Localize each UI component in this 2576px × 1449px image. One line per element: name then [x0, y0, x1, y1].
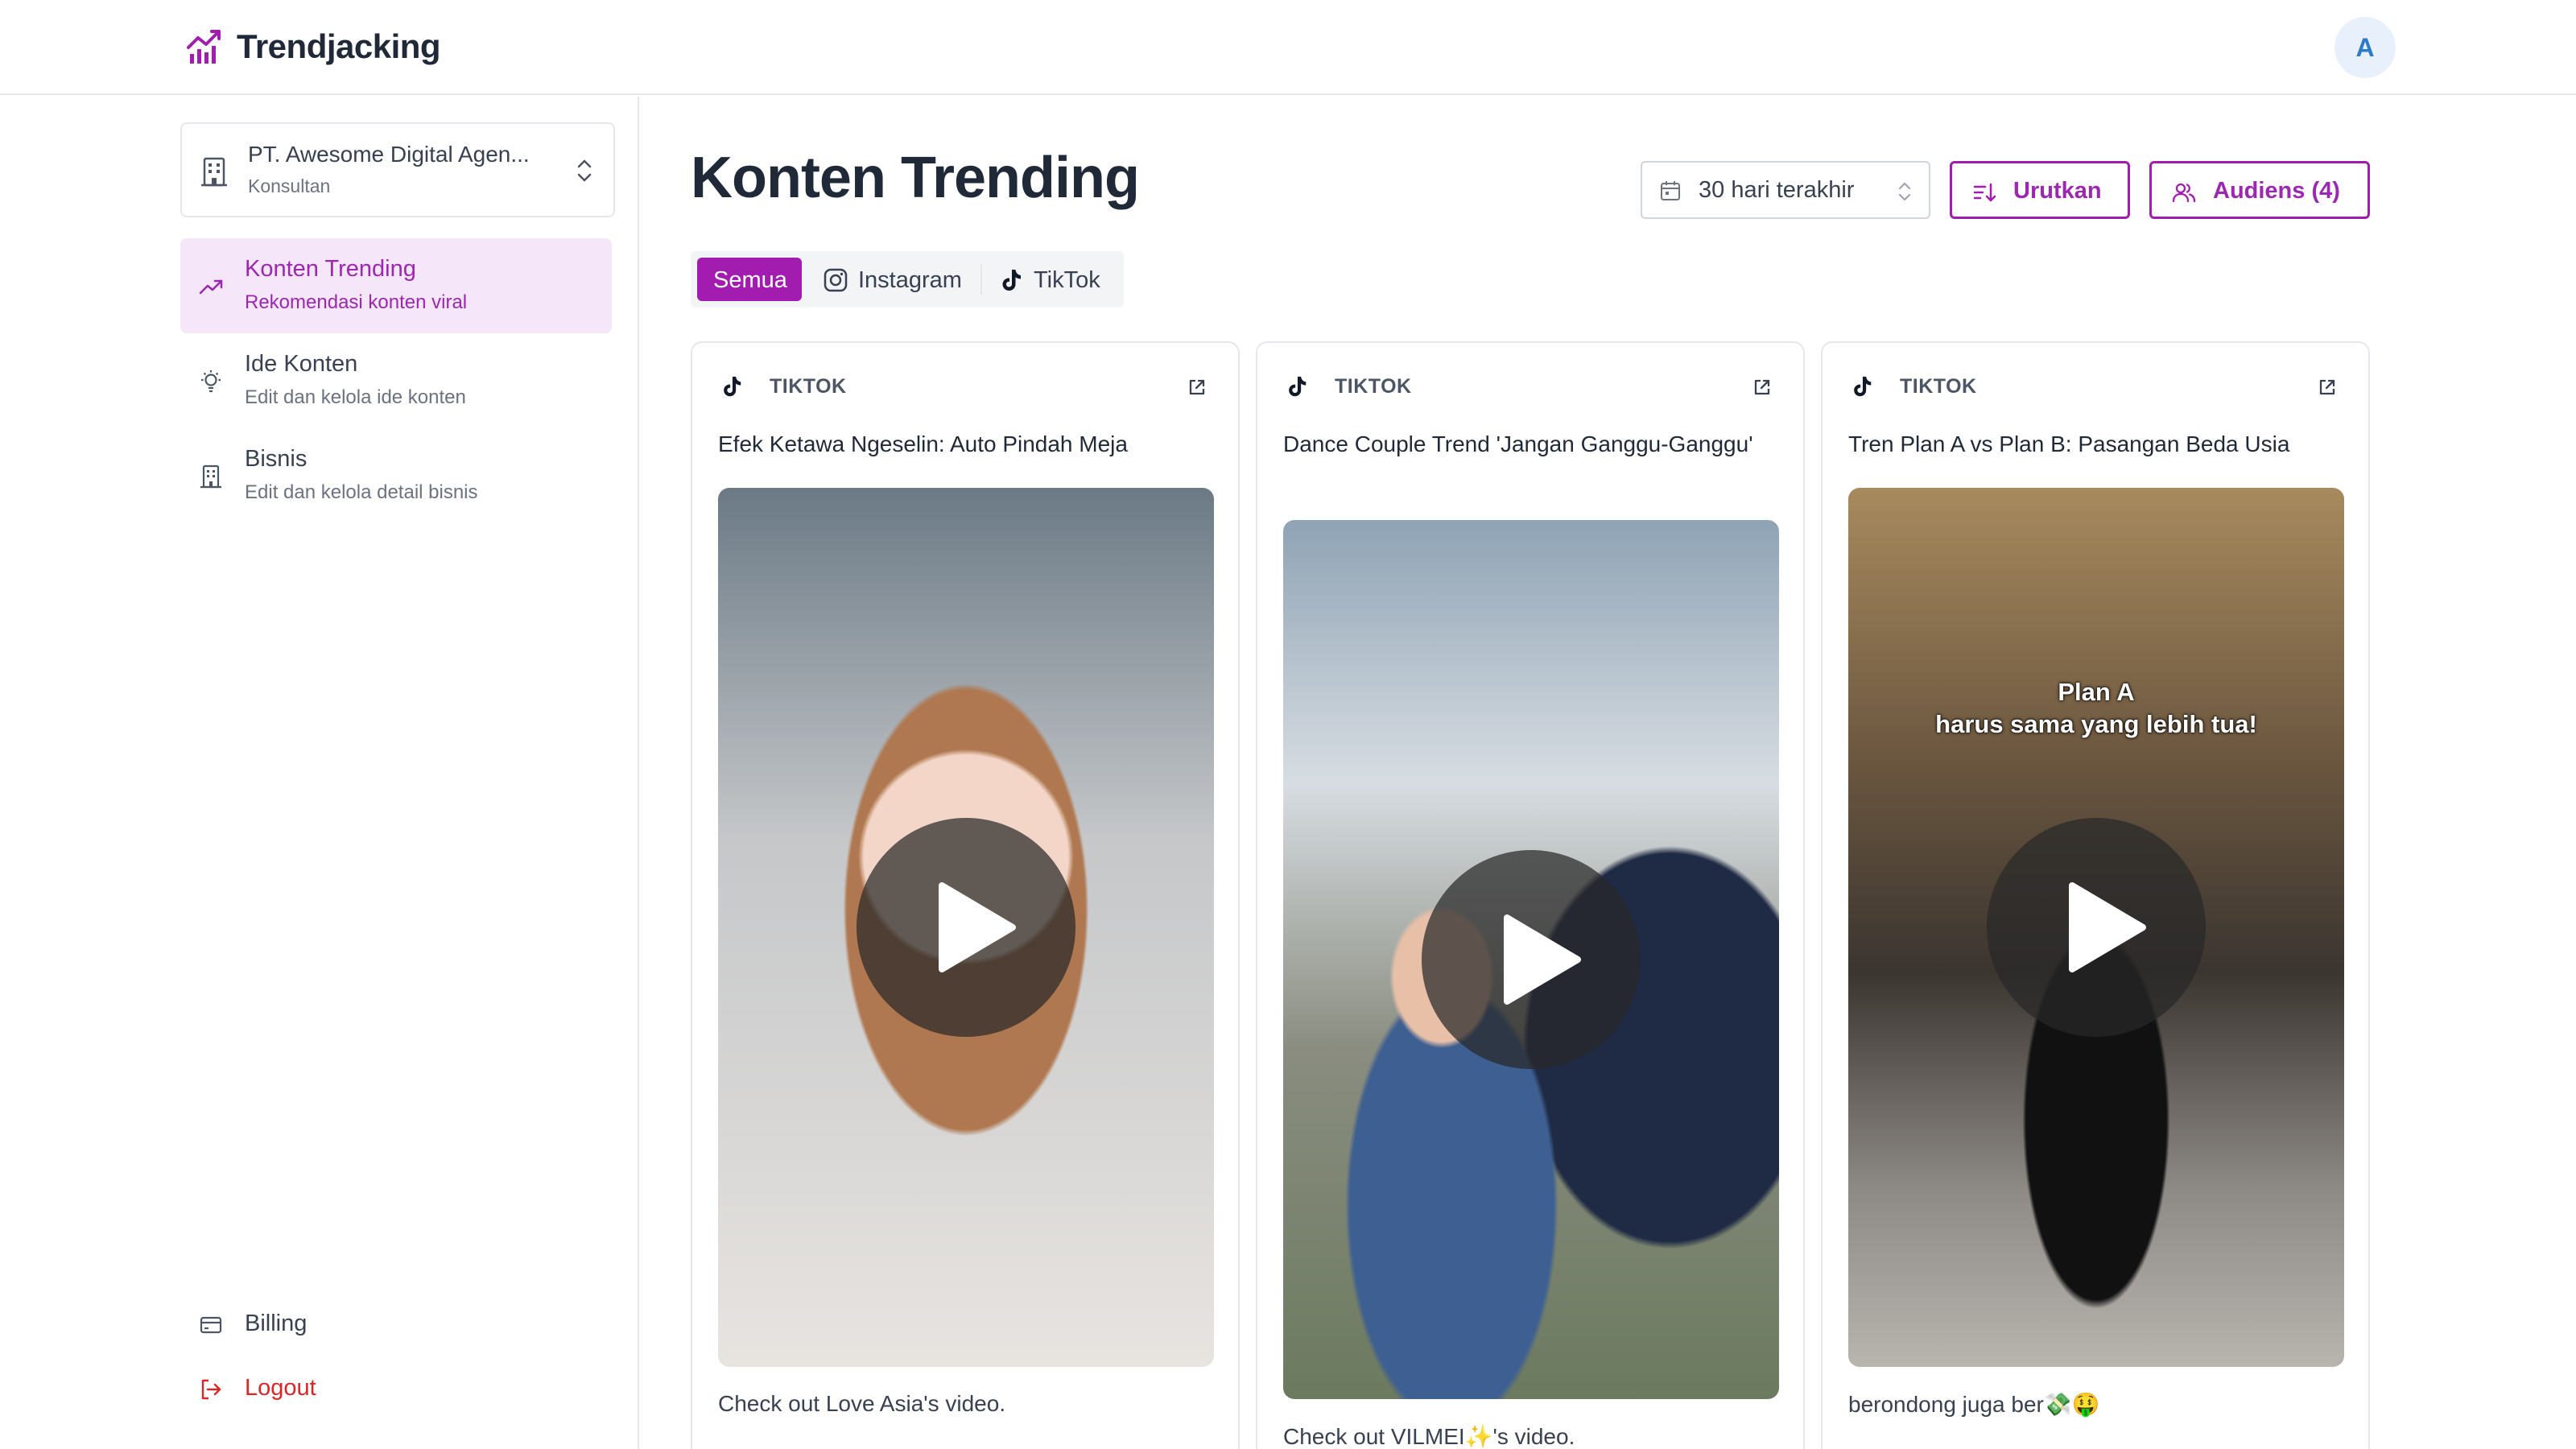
play-button[interactable]: [1987, 818, 2206, 1037]
billing-label: Billing: [245, 1311, 308, 1336]
sidebar-item-title: Konten Trending: [245, 256, 416, 282]
platform-filter-tabs: Semua Instagram TikTok: [691, 251, 1124, 308]
building-icon: [201, 157, 227, 187]
credit-card-icon: [200, 1316, 222, 1334]
avatar[interactable]: A: [2334, 17, 2396, 78]
logout-label: Logout: [245, 1375, 316, 1401]
building-icon: [200, 464, 221, 489]
date-range-label: 30 hari terakhir: [1699, 177, 1855, 203]
external-link-icon[interactable]: [2317, 377, 2338, 398]
content-card[interactable]: TIKTOK Efek Ketawa Ngeselin: Auto Pindah…: [691, 341, 1240, 1449]
trend-chart-icon: [187, 30, 221, 64]
audience-button[interactable]: Audiens (4): [2149, 161, 2370, 219]
instagram-icon: [824, 268, 848, 292]
card-description: Check out Love Asia's video.: [718, 1391, 1006, 1416]
org-role: Konsultan: [248, 175, 331, 196]
sort-icon: [1973, 183, 1996, 202]
sidebar-item-title: Bisnis: [245, 446, 308, 472]
chevron-up-down-icon: [1898, 182, 1911, 201]
tab-tiktok[interactable]: TikTok: [987, 258, 1121, 301]
video-thumbnail[interactable]: Plan A harus sama yang lebih tua!: [1848, 488, 2344, 1367]
sidebar-item-konten-trending[interactable]: Konten Trending Rekomendasi konten viral: [180, 238, 612, 333]
tab-label: TikTok: [1034, 267, 1100, 293]
sort-button-label: Urutkan: [2013, 178, 2102, 204]
platform-label: TIKTOK: [1900, 375, 1977, 398]
play-icon: [939, 882, 1016, 972]
lightbulb-icon: [201, 370, 221, 393]
org-selector[interactable]: PT. Awesome Digital Agen... Konsultan: [180, 122, 615, 217]
play-icon: [1504, 914, 1581, 1005]
logout-button[interactable]: Logout: [180, 1365, 502, 1414]
video-overlay-text: Plan A: [2058, 678, 2135, 706]
brand-name: Trendjacking: [237, 27, 441, 65]
calendar-icon: [1661, 181, 1680, 200]
sidebar: PT. Awesome Digital Agen... Konsultan Ko…: [0, 97, 639, 1449]
card-title: Dance Couple Trend 'Jangan Ganggu-Ganggu…: [1283, 431, 1753, 456]
sidebar-item-subtitle: Edit dan kelola ide konten: [245, 386, 466, 408]
sidebar-item-subtitle: Rekomendasi konten viral: [245, 291, 468, 313]
tab-label: Semua: [713, 267, 787, 293]
tab-label: Instagram: [858, 267, 962, 293]
card-title: Efek Ketawa Ngeselin: Auto Pindah Meja: [718, 431, 1128, 456]
external-link-icon[interactable]: [1187, 377, 1208, 398]
date-range-select[interactable]: 30 hari terakhir: [1641, 161, 1930, 219]
card-description: Check out VILMEI✨'s video.: [1283, 1424, 1575, 1449]
play-icon: [2069, 882, 2146, 972]
video-overlay-text: harus sama yang lebih tua!: [1935, 710, 2257, 738]
tab-divider: [980, 264, 982, 295]
trending-up-icon: [199, 279, 223, 295]
content-card[interactable]: TIKTOK Dance Couple Trend 'Jangan Ganggu…: [1256, 341, 1805, 1449]
sidebar-item-billing[interactable]: Billing: [180, 1301, 502, 1349]
tiktok-icon: [1854, 376, 1872, 397]
video-thumbnail[interactable]: [718, 488, 1214, 1367]
audience-button-label: Audiens (4): [2213, 178, 2340, 204]
platform-label: TIKTOK: [770, 375, 847, 398]
sidebar-item-subtitle: Edit dan kelola detail bisnis: [245, 481, 478, 503]
external-link-icon[interactable]: [1752, 377, 1773, 398]
sidebar-item-bisnis[interactable]: Bisnis Edit dan kelola detail bisnis: [180, 428, 612, 523]
tab-semua[interactable]: Semua: [697, 258, 802, 301]
tiktok-icon: [1002, 270, 1021, 291]
chevron-up-down-icon: [577, 159, 592, 182]
card-title: Tren Plan A vs Plan B: Pasangan Beda Usi…: [1848, 431, 2290, 456]
logout-icon: [201, 1379, 221, 1400]
tiktok-icon: [1289, 376, 1307, 397]
brand[interactable]: Trendjacking: [185, 24, 441, 69]
platform-label: TIKTOK: [1335, 375, 1412, 398]
video-thumbnail[interactable]: [1283, 520, 1779, 1399]
org-name: PT. Awesome Digital Agen...: [248, 142, 530, 167]
sidebar-item-title: Ide Konten: [245, 351, 358, 377]
play-button[interactable]: [857, 818, 1075, 1037]
top-header: Trendjacking A: [0, 0, 2576, 95]
sort-button[interactable]: Urutkan: [1950, 161, 2130, 219]
card-description: berondong juga ber💸🤑: [1848, 1392, 2100, 1417]
sidebar-item-ide-konten[interactable]: Ide Konten Edit dan kelola ide konten: [180, 333, 612, 428]
play-button[interactable]: [1422, 850, 1641, 1069]
page-title: Konten Trending: [691, 146, 1140, 210]
tiktok-icon: [724, 376, 741, 397]
tab-instagram[interactable]: Instagram: [811, 258, 977, 301]
content-card[interactable]: TIKTOK Tren Plan A vs Plan B: Pasangan B…: [1821, 341, 2370, 1449]
users-icon: [2172, 183, 2196, 203]
